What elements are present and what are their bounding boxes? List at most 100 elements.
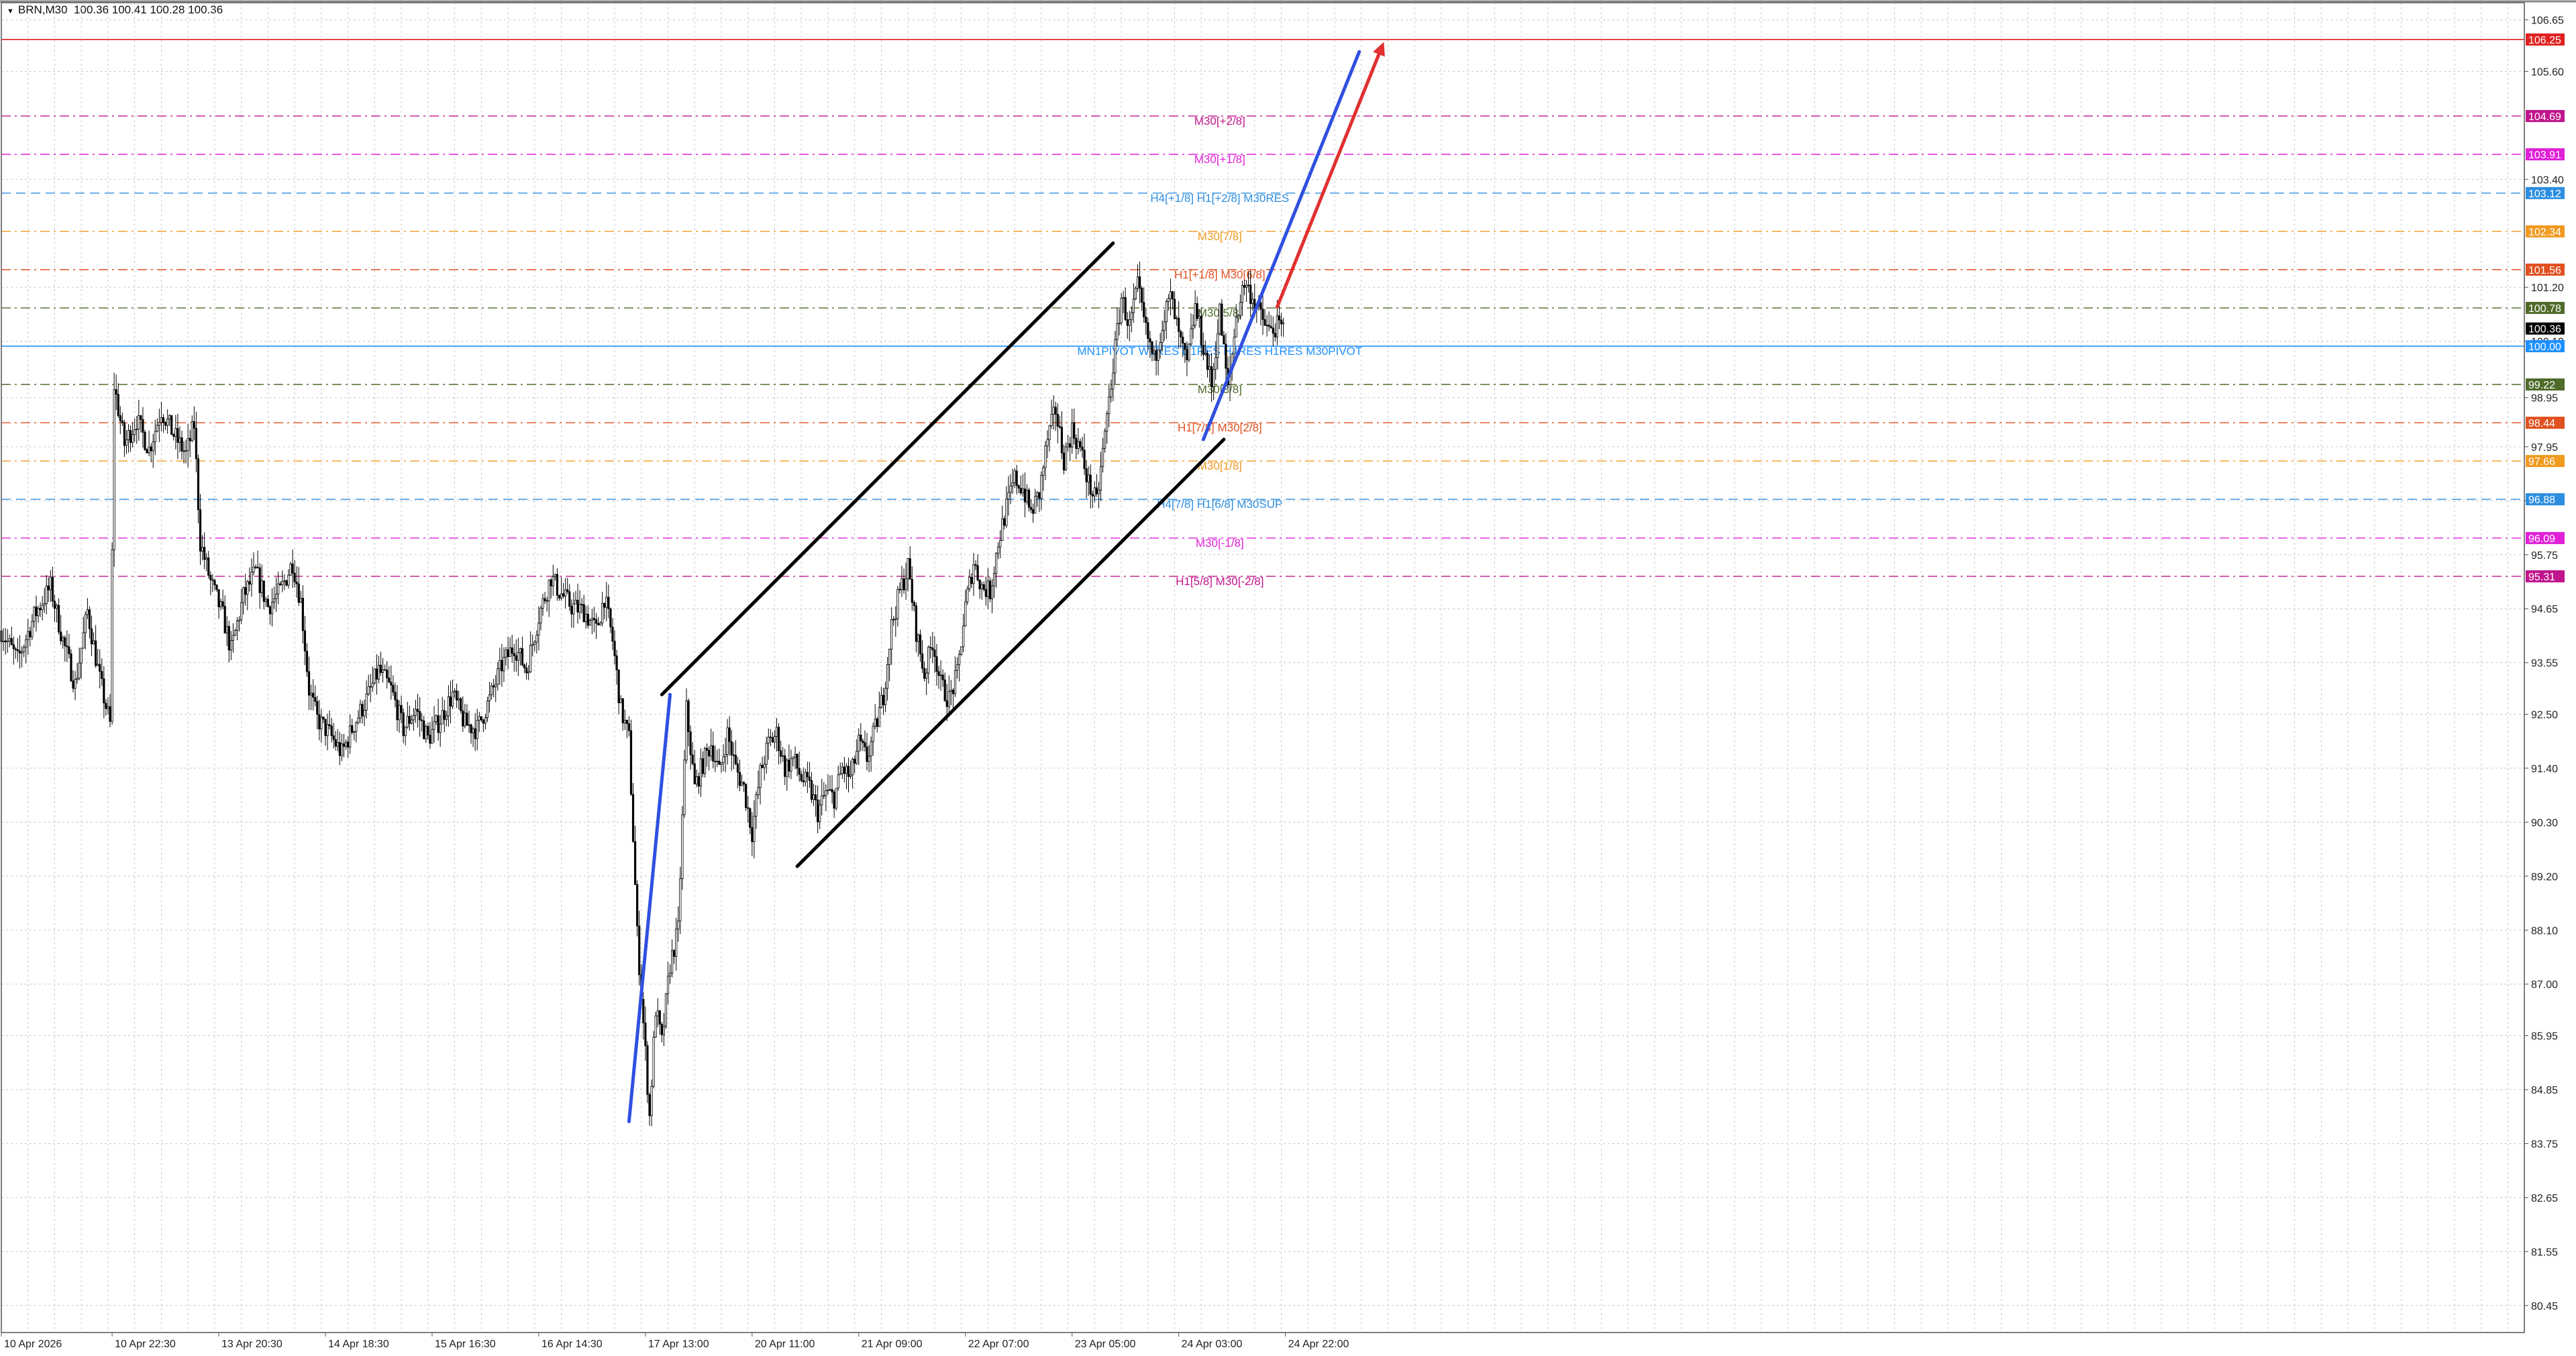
candle-body [1165,301,1168,323]
candle-body [460,698,462,711]
candle-body [97,664,99,666]
candle-body [841,766,843,774]
candle-body [933,649,936,657]
candle-body [95,640,97,666]
candle-body [189,437,191,441]
candle-body [445,715,448,720]
candle-body [648,1094,651,1116]
candle-body [1052,407,1055,415]
candle-body [765,742,768,765]
candle-body [1023,488,1026,503]
candle-body [197,458,200,511]
candle-body [675,929,678,957]
chart-window[interactable]: ▼ BRN,M30 100.36 100.41 100.28 100.36 M30… [0,0,2576,1356]
candle-body [878,707,880,727]
candle-body [560,593,563,598]
candle-body [629,730,633,795]
candle-body [482,719,484,724]
candle-body [181,437,183,452]
candle-body [35,607,38,617]
candle-body [82,632,85,649]
candle-body [1215,357,1217,370]
candle-body [806,772,809,778]
candle-body [437,715,440,733]
candle-body [660,1024,663,1035]
candle-body [821,795,823,806]
price-axis[interactable]: 106.65105.60103.40101.20100.1098.9597.95… [2524,15,2564,1312]
time-axis[interactable]: 10 Apr 2026 10 Apr 22:30 13 Apr 20:30 14 Ap… [1,1333,1349,1350]
candle-body [927,647,930,674]
candle-body [681,814,684,879]
y-tick-label: 101.20 [2531,282,2564,294]
candle-body [740,782,743,786]
candle-body [617,670,620,703]
candle-body [937,671,940,676]
level-label: H1[+1/8] M30[6/8] [1174,268,1266,281]
candle-body [1046,439,1049,447]
candle-body [864,742,866,747]
candle-body [509,647,511,658]
candle-body [1249,284,1252,304]
candle-body [849,774,852,777]
candle-body [1048,425,1051,440]
candle-body [802,780,805,782]
candle-body [334,739,337,747]
candle-body [1136,276,1139,289]
candle-body [318,714,321,729]
candle-body [160,417,163,423]
candle-body [55,605,58,609]
candle-body [1241,284,1244,303]
candle-body [386,670,389,678]
candle-body [880,694,883,708]
candle-body [613,641,616,656]
candle-body [1282,322,1285,325]
candle-body [148,446,150,454]
x-tick-label: 15 Apr 16:30 [435,1339,496,1350]
candle-body [400,705,403,713]
candle-body [328,724,331,727]
candle-body [316,700,319,715]
candle-body [1083,450,1086,469]
candle-body [755,794,758,817]
candle-body [943,679,946,701]
candle-body [513,653,515,656]
candle-body [537,623,540,635]
candle-body [697,776,700,787]
candle-body [956,664,959,671]
candle-body [1243,284,1246,288]
candle-body [1079,441,1082,448]
candle-body [279,583,282,586]
candle-body [631,794,635,842]
candle-body [517,652,519,661]
candle-body [121,420,123,423]
candle-body [1069,444,1072,448]
candle-body [449,696,452,707]
candle-body [566,589,569,592]
candle-body [256,566,259,568]
candle-body [982,584,985,590]
candle-body [1128,319,1131,326]
candle-body [66,645,68,647]
candle-body [931,647,934,650]
price-tag-label: 96.09 [2528,533,2555,545]
candle-body [37,608,40,617]
candle-body [480,716,482,721]
candle-body [1124,297,1127,320]
candle-body [529,645,532,672]
candle-body [995,553,998,574]
candle-body [499,660,501,670]
candle-body [564,589,567,596]
candle-body [1036,492,1039,497]
candle-body [593,618,596,620]
x-tick-label: 20 Apr 11:00 [755,1339,815,1350]
candle-body [236,621,239,631]
candle-body [1194,303,1196,326]
candle-body [344,741,348,747]
candle-body [1219,303,1221,334]
candle-body [125,439,128,446]
candle-body [414,709,417,716]
candle-body [751,827,754,842]
price-chart[interactable]: M30[+2/8] M30[+1/8] H4[+1/8] H1[+2/8] M30R… [0,0,2576,1356]
price-tag-label: 98.44 [2528,418,2555,429]
candle-body [43,603,46,606]
